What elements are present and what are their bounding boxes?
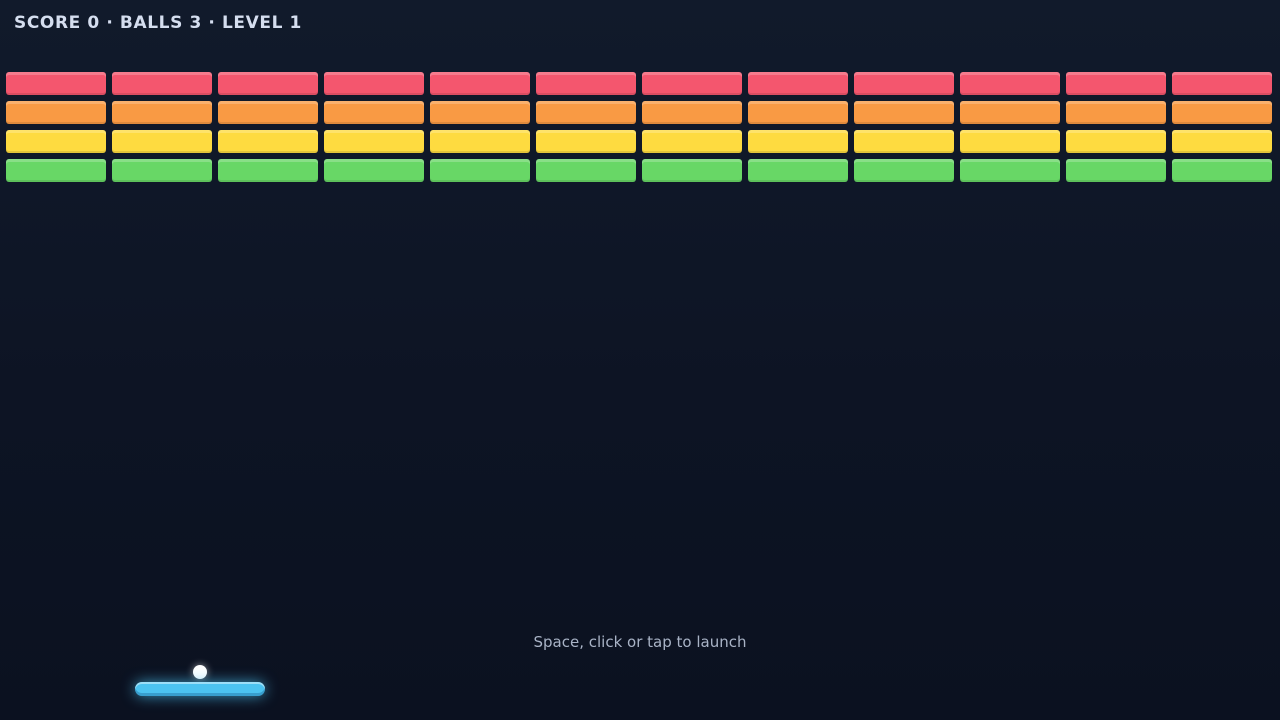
brick-red xyxy=(854,72,954,95)
brick-yellow xyxy=(6,130,106,153)
brick-yellow xyxy=(1066,130,1166,153)
brick-green xyxy=(1172,159,1272,182)
brick-red xyxy=(112,72,212,95)
hud-status: SCORE 0 · BALLS 3 · LEVEL 1 xyxy=(14,13,302,33)
brick-green xyxy=(748,159,848,182)
brick-green xyxy=(536,159,636,182)
brick-red xyxy=(1066,72,1166,95)
brick-green xyxy=(960,159,1060,182)
brick-yellow xyxy=(430,130,530,153)
brick-red xyxy=(430,72,530,95)
launch-prompt: Space, click or tap to launch xyxy=(533,633,747,651)
ball xyxy=(193,665,207,679)
brick-red xyxy=(324,72,424,95)
brick-orange xyxy=(112,101,212,124)
brick-yellow xyxy=(218,130,318,153)
brick-wall xyxy=(6,72,1274,182)
brick-orange xyxy=(1066,101,1166,124)
brick-yellow xyxy=(536,130,636,153)
brick-orange xyxy=(1172,101,1272,124)
brick-green xyxy=(854,159,954,182)
brick-orange xyxy=(324,101,424,124)
brick-green xyxy=(1066,159,1166,182)
brick-yellow xyxy=(960,130,1060,153)
brick-yellow xyxy=(748,130,848,153)
brick-yellow xyxy=(112,130,212,153)
brick-green xyxy=(6,159,106,182)
brick-red xyxy=(748,72,848,95)
brick-red xyxy=(218,72,318,95)
brick-red xyxy=(6,72,106,95)
brick-orange xyxy=(854,101,954,124)
brick-green xyxy=(430,159,530,182)
brick-orange xyxy=(960,101,1060,124)
brick-red xyxy=(642,72,742,95)
brick-green xyxy=(218,159,318,182)
brick-yellow xyxy=(642,130,742,153)
game-canvas[interactable]: SCORE 0 · BALLS 3 · LEVEL 1 Space, click… xyxy=(0,0,1280,720)
brick-orange xyxy=(748,101,848,124)
brick-green xyxy=(642,159,742,182)
brick-orange xyxy=(430,101,530,124)
brick-yellow xyxy=(1172,130,1272,153)
brick-green xyxy=(112,159,212,182)
brick-red xyxy=(960,72,1060,95)
paddle[interactable] xyxy=(135,682,265,696)
brick-orange xyxy=(6,101,106,124)
brick-yellow xyxy=(854,130,954,153)
brick-red xyxy=(1172,72,1272,95)
brick-red xyxy=(536,72,636,95)
brick-orange xyxy=(536,101,636,124)
brick-green xyxy=(324,159,424,182)
brick-orange xyxy=(218,101,318,124)
brick-orange xyxy=(642,101,742,124)
brick-yellow xyxy=(324,130,424,153)
